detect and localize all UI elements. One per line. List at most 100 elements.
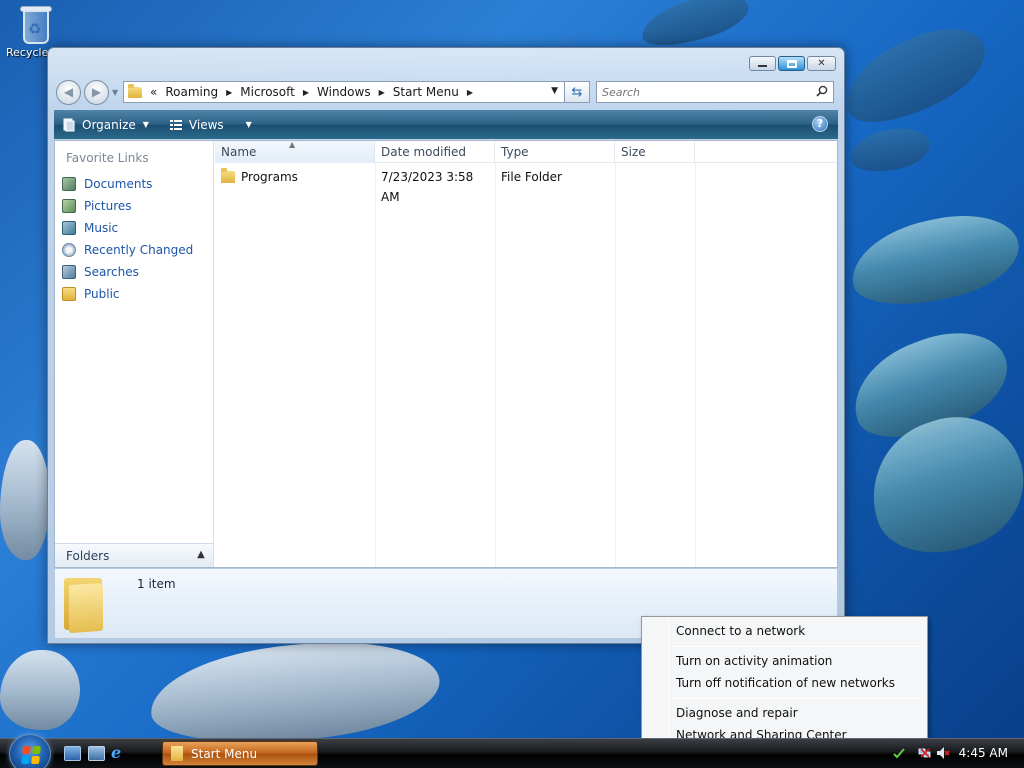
chevron-right-icon[interactable]: ▶ — [467, 88, 473, 97]
recycle-bin-icon: ♻ — [19, 2, 53, 46]
favorite-link-recently-changed[interactable]: Recently Changed — [62, 239, 193, 261]
network-context-menu: Connect to a network Turn on activity an… — [641, 616, 928, 742]
address-dropdown-icon[interactable]: ▼ — [551, 86, 558, 96]
menu-item-new-network-notification[interactable]: Turn off notification of new networks — [676, 676, 895, 690]
folders-toggle[interactable]: Folders ▲ — [55, 543, 213, 567]
chevron-up-icon[interactable]: ▲ — [195, 549, 207, 561]
clock[interactable]: 4:45 AM — [959, 746, 1008, 760]
menu-separator — [672, 698, 923, 699]
refresh-icon: ⇆ — [571, 84, 583, 100]
favorite-links-title: Favorite Links — [66, 151, 149, 165]
menu-item-diagnose-and-repair[interactable]: Diagnose and repair — [676, 706, 798, 720]
file-row-programs[interactable]: Programs 7/23/2023 3:58 AM File Folder — [215, 167, 615, 204]
switch-windows-icon[interactable] — [88, 746, 105, 761]
column-gridlines — [215, 163, 837, 567]
breadcrumb-start-menu[interactable]: Start Menu ▶ — [393, 85, 473, 99]
chevron-right-icon[interactable]: ▶ — [379, 88, 385, 97]
column-header-date-modified[interactable]: Date modified — [375, 141, 495, 163]
safely-remove-hardware-icon[interactable] — [892, 746, 906, 760]
desktop-fish-decoration — [0, 440, 50, 560]
folder-icon — [221, 168, 235, 183]
chevron-down-icon: ▼ — [142, 120, 149, 129]
address-bar[interactable]: « Roaming ▶ Microsoft ▶ Windows ▶ Start Men… — [123, 81, 565, 103]
organize-icon — [63, 118, 75, 131]
close-button[interactable]: ✕ — [807, 56, 836, 71]
favorite-link-music[interactable]: Music — [62, 217, 193, 239]
forward-button[interactable]: ▶ — [84, 79, 109, 105]
menu-item-activity-animation[interactable]: Turn on activity animation — [676, 654, 832, 668]
favorite-link-public[interactable]: Public — [62, 283, 193, 305]
maximize-button[interactable] — [778, 56, 805, 71]
column-header-type[interactable]: Type — [495, 141, 615, 163]
explorer-window: ✕ ◀ ▶ ▼ « Roaming ▶ Microsoft ▶ Windows ▶ S… — [47, 47, 845, 644]
desktop-fish-decoration — [0, 650, 80, 730]
navigation-pane: Favorite Links Documents Pictures Music … — [55, 141, 214, 567]
column-header-name[interactable]: ▲ Name — [215, 140, 375, 163]
sort-ascending-icon: ▲ — [289, 140, 296, 149]
favorite-link-searches[interactable]: Searches — [62, 261, 193, 283]
search-input[interactable] — [597, 82, 807, 102]
music-icon — [62, 221, 76, 235]
close-icon: ✕ — [817, 58, 826, 69]
system-tray: 4:45 AM — [884, 739, 1024, 768]
search-icon[interactable] — [816, 85, 828, 97]
recycle-bin-label: Recycle Bin — [6, 46, 48, 59]
views-button[interactable]: Views ▼ — [169, 118, 252, 132]
breadcrumb-windows[interactable]: Windows ▶ — [317, 85, 385, 99]
maximize-icon — [786, 59, 797, 68]
folder-large-icon — [64, 574, 104, 634]
favorite-link-documents[interactable]: Documents — [62, 173, 193, 195]
back-button[interactable]: ◀ — [56, 79, 81, 105]
taskbar-button-start-menu[interactable]: Start Menu — [162, 741, 318, 766]
caption-buttons: ✕ — [749, 56, 836, 71]
breadcrumb-roaming[interactable]: Roaming ▶ — [165, 85, 232, 99]
show-desktop-icon[interactable] — [64, 746, 81, 761]
column-headers: ▲ Name Date modified Type Size — [215, 140, 837, 163]
windows-logo-icon — [21, 746, 41, 764]
desktop-fish-decoration — [832, 11, 998, 139]
item-count: 1 item — [137, 577, 176, 591]
back-arrow-icon: ◀ — [63, 85, 74, 99]
desktop-fish-decoration — [636, 0, 754, 54]
folder-icon — [171, 746, 183, 761]
organize-button[interactable]: Organize ▼ — [62, 118, 149, 132]
desktop-fish-decoration — [146, 632, 444, 753]
searches-icon — [62, 265, 76, 279]
menu-gutter — [668, 617, 669, 741]
chevron-right-icon[interactable]: ▶ — [303, 88, 309, 97]
recent-pages-dropdown[interactable]: ▼ — [112, 88, 120, 97]
desktop-fish-decoration — [847, 123, 933, 177]
search-box[interactable] — [596, 81, 834, 103]
menu-item-connect-to-network[interactable]: Connect to a network — [676, 624, 805, 638]
forward-arrow-icon: ▶ — [91, 85, 102, 99]
folder-icon — [128, 83, 142, 98]
file-name-cell: Programs — [215, 167, 375, 187]
help-icon[interactable]: ? — [812, 116, 828, 132]
public-folder-icon — [62, 287, 76, 301]
internet-explorer-icon[interactable]: e — [111, 743, 128, 762]
favorite-link-pictures[interactable]: Pictures — [62, 195, 193, 217]
menu-separator — [672, 646, 923, 647]
recently-changed-icon — [62, 243, 76, 257]
file-date-cell: 7/23/2023 3:58 AM — [381, 170, 474, 204]
column-header-size[interactable]: Size — [615, 141, 695, 163]
command-toolbar: Organize ▼ Views ▼ ? — [54, 110, 838, 139]
refresh-button[interactable]: ⇆ — [565, 81, 590, 103]
documents-icon — [62, 177, 76, 191]
volume-muted-icon[interactable] — [936, 746, 950, 760]
favorite-links-list: Documents Pictures Music Recently Change… — [62, 173, 193, 305]
minimize-button[interactable] — [749, 56, 776, 71]
breadcrumb-overflow[interactable]: « — [150, 85, 157, 99]
network-icon[interactable] — [918, 746, 932, 760]
breadcrumb-microsoft[interactable]: Microsoft ▶ — [240, 85, 309, 99]
pictures-icon — [62, 199, 76, 213]
taskbar: e Start Menu 4:45 AM — [0, 734, 1024, 768]
content-area: Favorite Links Documents Pictures Music … — [54, 140, 838, 568]
chevron-down-icon: ▼ — [245, 120, 252, 129]
chevron-right-icon[interactable]: ▶ — [226, 88, 232, 97]
navigation-row: ◀ ▶ ▼ « Roaming ▶ Microsoft ▶ Windows ▶ Sta… — [56, 78, 836, 106]
minimize-icon — [758, 64, 767, 67]
file-type-cell: File Folder — [501, 170, 562, 184]
start-button[interactable] — [9, 734, 51, 768]
file-list-pane: ▲ Name Date modified Type Size Programs 7… — [215, 140, 837, 567]
